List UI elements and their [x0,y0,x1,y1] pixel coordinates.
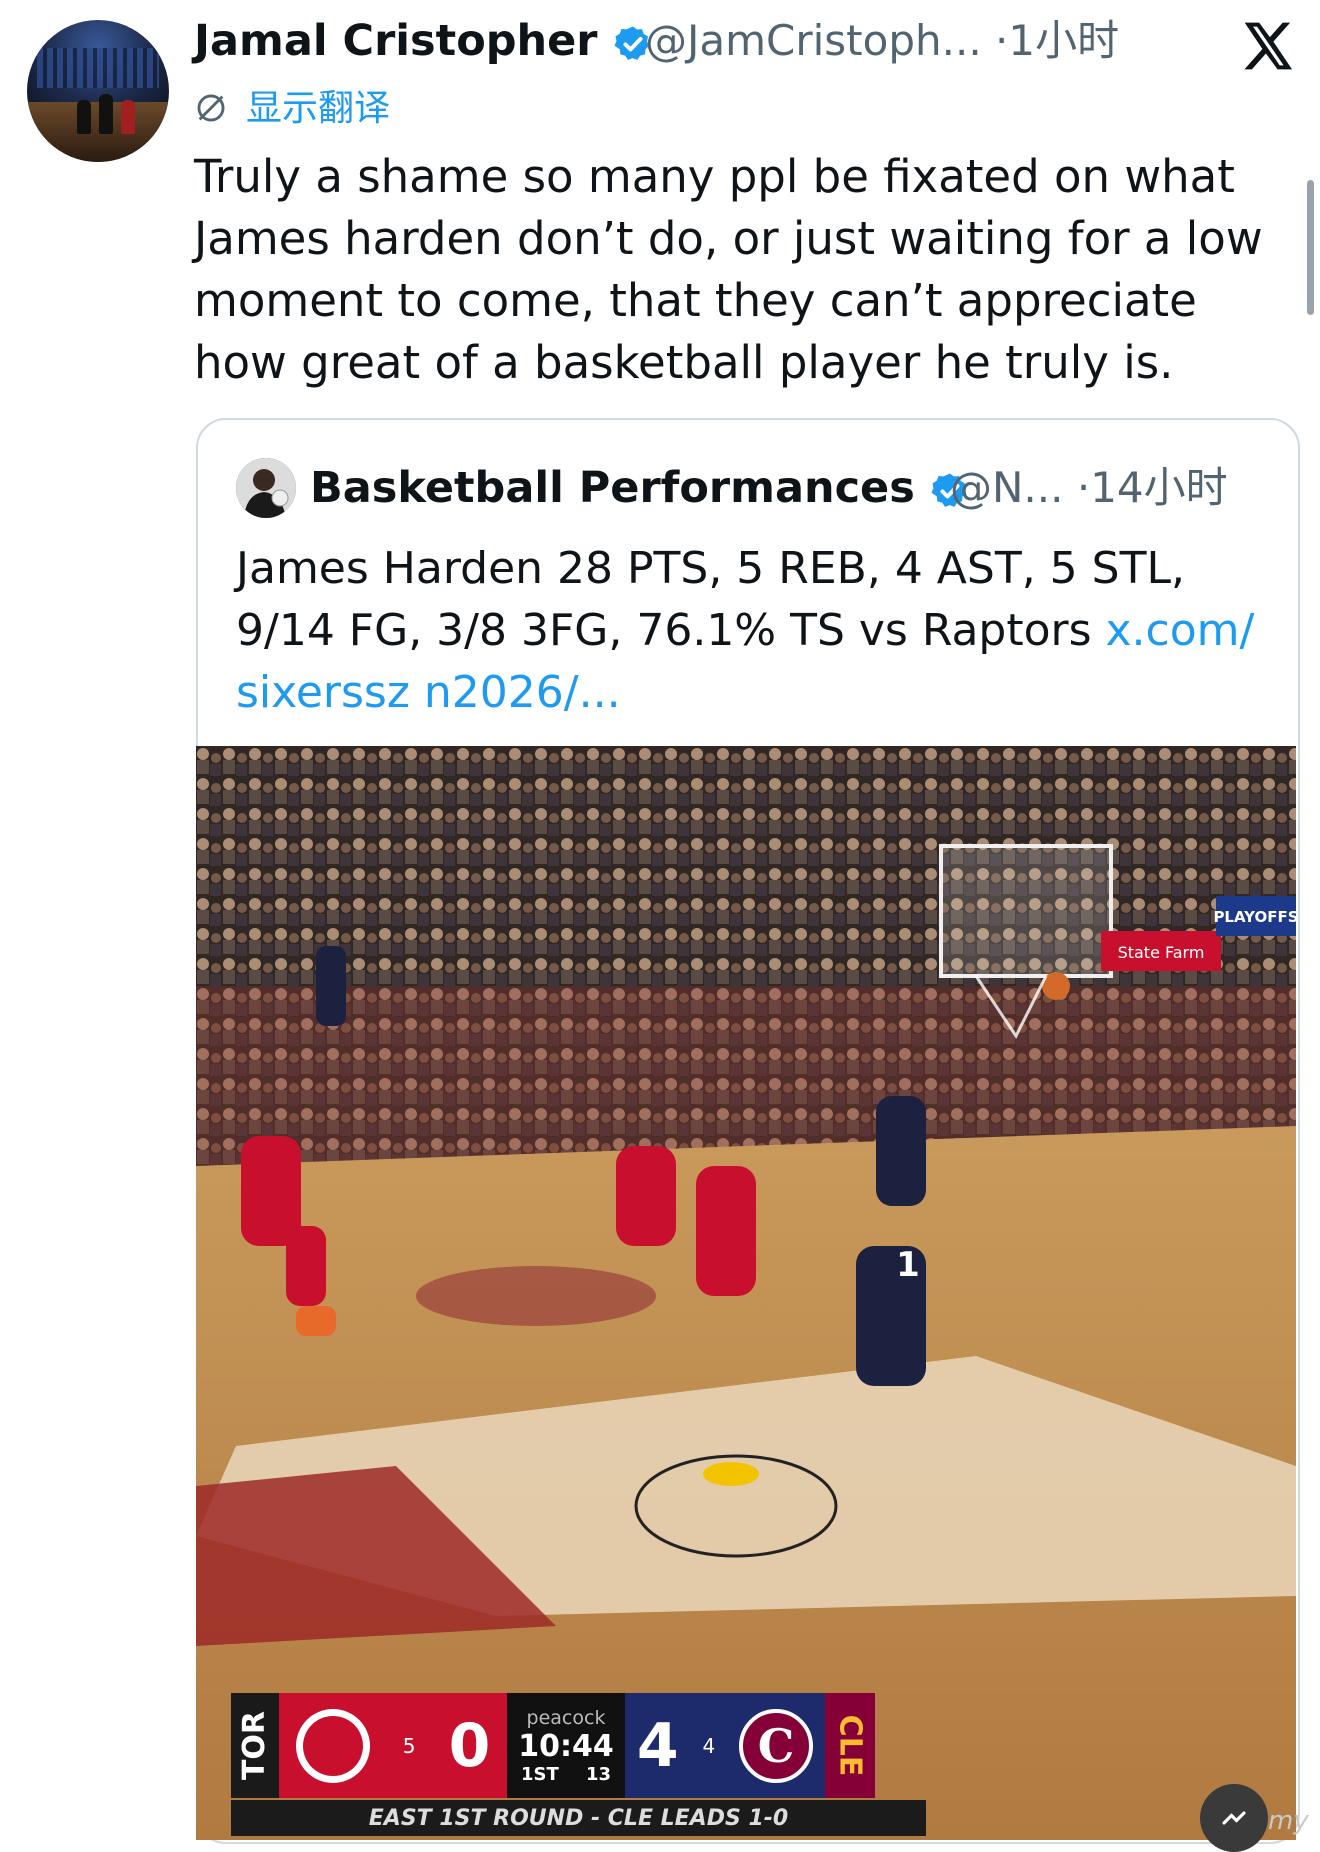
scorebug: TOR 5 0 peacock 10:44 1ST 13 4 4 C CLE [231,1693,926,1798]
series-ticker: EAST 1ST ROUND - CLE LEADS 1-0 [231,1800,926,1836]
meta-dot: · [995,16,1009,65]
sponsor-sign: State Farm [1118,943,1205,962]
author-handle[interactable]: @JamCristoph... [645,16,982,65]
game-clock-panel: peacock 10:44 1ST 13 [507,1693,625,1798]
quote-author-name[interactable]: Basketball Performances [310,460,970,516]
play-icon[interactable] [1200,1784,1268,1852]
game-clock: 10:44 [518,1728,614,1764]
away-timeouts: 5 [402,1733,416,1758]
home-score: 4 [636,1710,679,1781]
game-scene: State Farm PLAYOFFS 1 [196,746,1296,1840]
period: 1ST [521,1763,559,1785]
raptors-logo-icon [295,1708,370,1783]
playoffs-sign: PLAYOFFS [1213,908,1296,926]
meta-dot: · [1076,463,1091,512]
author-name[interactable]: Jamal Cristopher [194,14,653,68]
home-timeouts: 4 [702,1733,716,1758]
quote-post-time[interactable]: 14小时 [1090,463,1227,512]
author-avatar[interactable] [27,20,169,162]
cavaliers-logo-icon: C [739,1708,814,1783]
quote-author-handle[interactable]: @N... [950,463,1063,512]
home-team-panel: 4 4 C [625,1693,825,1798]
scrollbar[interactable] [1307,180,1314,315]
network-logo: peacock [526,1706,606,1729]
post-time[interactable]: 1小时 [1008,16,1119,65]
quote-text: James Harden 28 PTS, 5 REB, 4 AST, 5 STL… [236,543,1255,718]
quote-author-avatar[interactable] [236,458,296,518]
show-translation-link[interactable]: 显示翻译 [194,82,390,136]
x-logo-icon[interactable] [1240,18,1296,74]
jersey-number: 1 [896,1245,920,1285]
translate-icon [197,94,225,122]
video-thumbnail[interactable]: State Farm PLAYOFFS 1 TOR 5 0 peacock 10… [196,746,1296,1840]
away-score: 0 [448,1710,491,1781]
away-team-panel: 5 0 [279,1693,507,1798]
shot-clock: 13 [585,1763,611,1785]
quote-author-meta: @N... ·14小时 [950,460,1228,516]
home-team-abbr: CLE [825,1693,875,1798]
tweet-text: Truly a shame so many ppl be fixated on … [194,150,1263,389]
away-team-abbr: TOR [231,1693,279,1798]
watermark: my [1268,1806,1309,1836]
author-meta: @JamCristoph... ·1小时 [645,14,1119,68]
